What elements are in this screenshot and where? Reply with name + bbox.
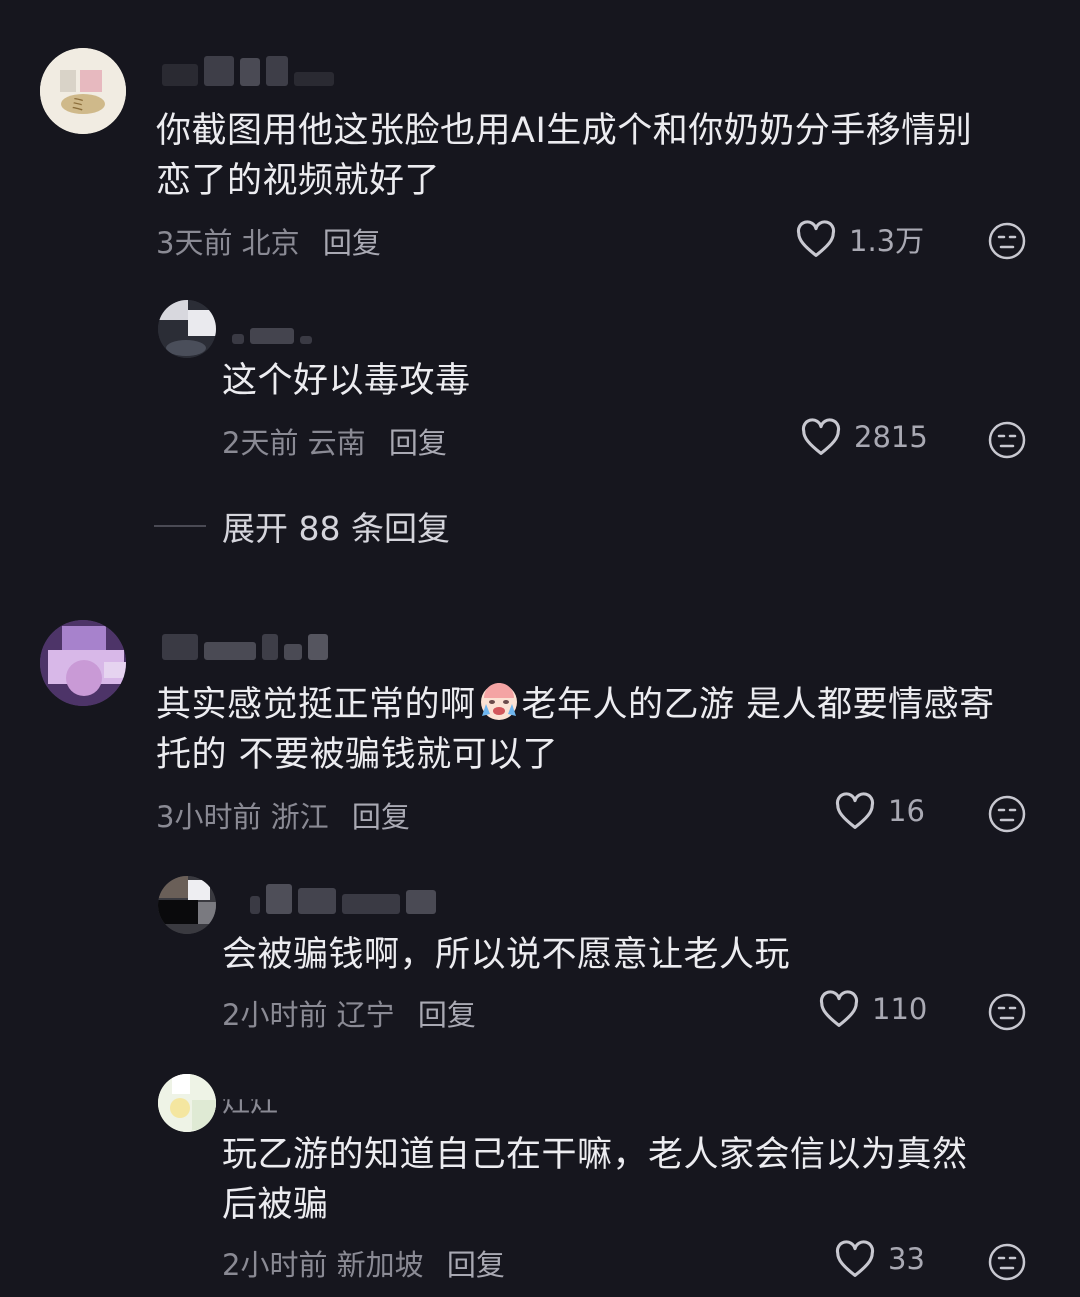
expand-replies-button[interactable]: 展开 88 条回复 bbox=[154, 502, 450, 550]
meh-face-icon[interactable] bbox=[987, 1242, 1027, 1282]
heart-outline-icon bbox=[819, 990, 859, 1027]
heart-outline-icon bbox=[801, 418, 841, 455]
comment-text-segment: 其实感觉挺正常的啊 bbox=[156, 685, 476, 725]
username-blurred[interactable] bbox=[232, 310, 312, 344]
like-count: 33 bbox=[888, 1242, 925, 1276]
comment-time: 3天前 bbox=[156, 226, 233, 260]
comment-text-line: 其实感觉挺正常的啊 老年人的乙游 是人都要情感寄 bbox=[156, 680, 995, 730]
like-button[interactable]: 2815 bbox=[800, 418, 928, 456]
comment-time: 3小时前 bbox=[156, 800, 262, 834]
comment-meta: 3小时前 浙江 回复 bbox=[156, 794, 410, 836]
username-blurred[interactable] bbox=[162, 52, 334, 86]
heart-outline-icon bbox=[796, 220, 836, 257]
avatar-image: ミ bbox=[40, 48, 126, 134]
comment-location: 新加坡 bbox=[336, 1248, 424, 1282]
reply-button[interactable]: 回复 bbox=[323, 226, 381, 260]
comment-text-segment: 老年人的乙游 是人都要情感寄 bbox=[521, 685, 995, 725]
avatar[interactable] bbox=[158, 300, 216, 358]
like-button[interactable]: 33 bbox=[834, 1240, 925, 1278]
username-partial[interactable]: 灶灶 bbox=[222, 1082, 278, 1116]
like-count: 16 bbox=[888, 794, 925, 828]
avatar[interactable]: ミ bbox=[40, 48, 126, 134]
crying-face-emoji-icon bbox=[480, 683, 517, 720]
meh-face-icon[interactable] bbox=[987, 992, 1027, 1032]
avatar[interactable] bbox=[158, 1074, 216, 1132]
like-button[interactable]: 1.3万 bbox=[795, 218, 924, 260]
username-blurred[interactable] bbox=[162, 626, 328, 660]
comment-text-line: 恋了的视频就好了 bbox=[156, 161, 441, 201]
comment-text-line: 你截图用他这张脸也用AI生成个和你奶奶分手移情别 bbox=[156, 111, 973, 151]
comment-location: 浙江 bbox=[270, 800, 329, 834]
reply-button[interactable]: 回复 bbox=[352, 800, 410, 834]
comment-time: 2小时前 bbox=[222, 998, 328, 1032]
comment-text-line: 后被骗 bbox=[222, 1185, 329, 1225]
comment-location: 辽宁 bbox=[336, 998, 395, 1032]
comment-text: 其实感觉挺正常的啊 老年人的乙游 是人都要情感寄 托的 不要被骗钱就可以了 bbox=[156, 680, 995, 780]
comment-text: 这个好以毒攻毒 bbox=[222, 356, 471, 406]
like-count: 1.3万 bbox=[849, 224, 925, 258]
avatar-image bbox=[40, 620, 126, 706]
comment-time: 2小时前 bbox=[222, 1248, 328, 1282]
reply-button[interactable]: 回复 bbox=[447, 1248, 505, 1282]
username-blurred[interactable] bbox=[250, 880, 436, 914]
comment-meta: 2小时前 新加坡 回复 bbox=[222, 1242, 505, 1284]
avatar-image bbox=[158, 876, 216, 934]
heart-outline-icon bbox=[835, 1240, 875, 1277]
username-text: 灶灶 bbox=[222, 1085, 279, 1118]
comment-text: 会被骗钱啊，所以说不愿意让老人玩 bbox=[222, 930, 790, 980]
comment-text: 你截图用他这张脸也用AI生成个和你奶奶分手移情别 恋了的视频就好了 bbox=[156, 106, 972, 206]
avatar-image bbox=[158, 300, 216, 358]
reply-button[interactable]: 回复 bbox=[418, 998, 476, 1032]
reply-button[interactable]: 回复 bbox=[389, 426, 447, 460]
comment-meta: 2天前 云南 回复 bbox=[222, 420, 447, 462]
expand-replies-label: 展开 88 条回复 bbox=[222, 509, 450, 548]
avatar-image bbox=[158, 1074, 216, 1132]
comment-location: 北京 bbox=[241, 226, 300, 260]
avatar[interactable] bbox=[40, 620, 126, 706]
heart-outline-icon bbox=[835, 792, 875, 829]
like-button[interactable]: 110 bbox=[818, 990, 927, 1028]
avatar[interactable] bbox=[158, 876, 216, 934]
comment-text-line: 玩乙游的知道自己在干嘛，老人家会信以为真然 bbox=[222, 1135, 968, 1175]
comment-text-line: 托的 不要被骗钱就可以了 bbox=[156, 735, 559, 775]
meh-face-icon[interactable] bbox=[987, 221, 1027, 261]
comment-location: 云南 bbox=[307, 426, 366, 460]
svg-text:ミ: ミ bbox=[70, 95, 86, 114]
comment-text-line: 会被骗钱啊，所以说不愿意让老人玩 bbox=[222, 935, 791, 975]
like-count: 2815 bbox=[854, 420, 928, 454]
comment-time: 2天前 bbox=[222, 426, 299, 460]
like-button[interactable]: 16 bbox=[834, 792, 925, 830]
comment-text: 玩乙游的知道自己在干嘛，老人家会信以为真然 后被骗 bbox=[222, 1130, 968, 1230]
meh-face-icon[interactable] bbox=[987, 420, 1027, 460]
comment-text-line: 这个好以毒攻毒 bbox=[222, 361, 471, 401]
like-count: 110 bbox=[872, 992, 928, 1026]
comment-meta: 2小时前 辽宁 回复 bbox=[222, 992, 476, 1034]
divider-line bbox=[154, 525, 206, 527]
comment-meta: 3天前 北京 回复 bbox=[156, 220, 381, 262]
meh-face-icon[interactable] bbox=[987, 794, 1027, 834]
